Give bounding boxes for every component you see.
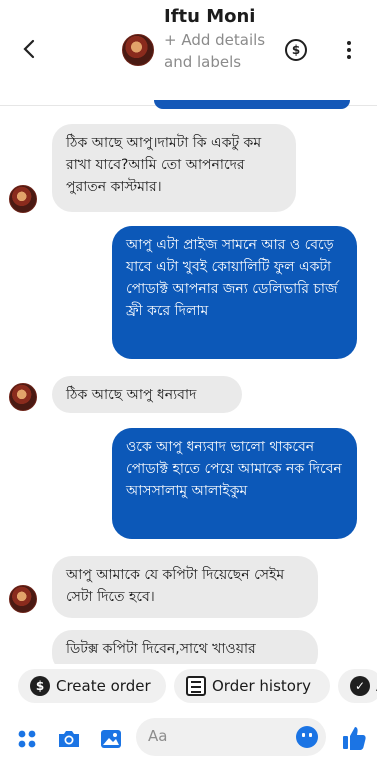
contact-avatar-small[interactable] <box>9 383 37 411</box>
incoming-message[interactable]: ঠিক আছে আপু।দামটা কি একটু কম রাখা যাবে?আ… <box>52 124 296 212</box>
quick-actions-bar: $ Create order Order history ✓ A <box>0 664 377 708</box>
apps-grid-icon[interactable] <box>14 726 40 752</box>
checkmark-icon: ✓ <box>350 676 370 696</box>
contact-avatar-small[interactable] <box>9 185 37 213</box>
contact-avatar[interactable] <box>122 34 154 66</box>
order-history-label: Order history <box>212 677 311 695</box>
incoming-message[interactable]: আপু আমাকে যে কপিটা দিয়েছেন সেইম সেটা দি… <box>52 556 318 618</box>
order-history-chip[interactable]: Order history <box>174 669 330 703</box>
message-input[interactable]: Aa <box>136 718 326 756</box>
message-composer: Aa <box>0 710 377 777</box>
list-icon <box>186 676 206 696</box>
create-order-chip[interactable]: $ Create order <box>18 669 166 703</box>
contact-name[interactable]: Iftu Moni <box>164 6 255 27</box>
create-order-label: Create order <box>56 677 151 695</box>
contact-avatar-small[interactable] <box>9 585 37 613</box>
outgoing-message[interactable]: আপু এটা প্রাইজ সামনে আর ও বেড়ে যাবে এটা… <box>112 226 357 359</box>
dollar-icon: $ <box>30 676 50 696</box>
dollar-icon[interactable]: $ <box>285 39 307 61</box>
back-chevron-icon[interactable] <box>18 34 42 64</box>
more-actions-chip[interactable]: ✓ A <box>338 669 377 703</box>
add-details-link[interactable]: + Add details and labels <box>164 29 274 73</box>
chat-header: Iftu Moni + Add details and labels $ <box>0 0 377 106</box>
image-icon[interactable] <box>98 726 124 752</box>
more-vertical-icon[interactable] <box>343 39 355 61</box>
camera-icon[interactable] <box>56 726 82 752</box>
thumbs-up-icon[interactable] <box>340 724 368 752</box>
previous-message-edge <box>154 100 350 109</box>
outgoing-message[interactable]: ওকে আপু ধন্যবাদ ভালো থাকবেন পোডাক্ট হাতে… <box>112 428 357 539</box>
incoming-message[interactable]: ঠিক আছে আপু ধন্যবাদ <box>52 376 242 413</box>
emoji-icon[interactable] <box>296 726 318 748</box>
message-placeholder: Aa <box>148 727 168 745</box>
